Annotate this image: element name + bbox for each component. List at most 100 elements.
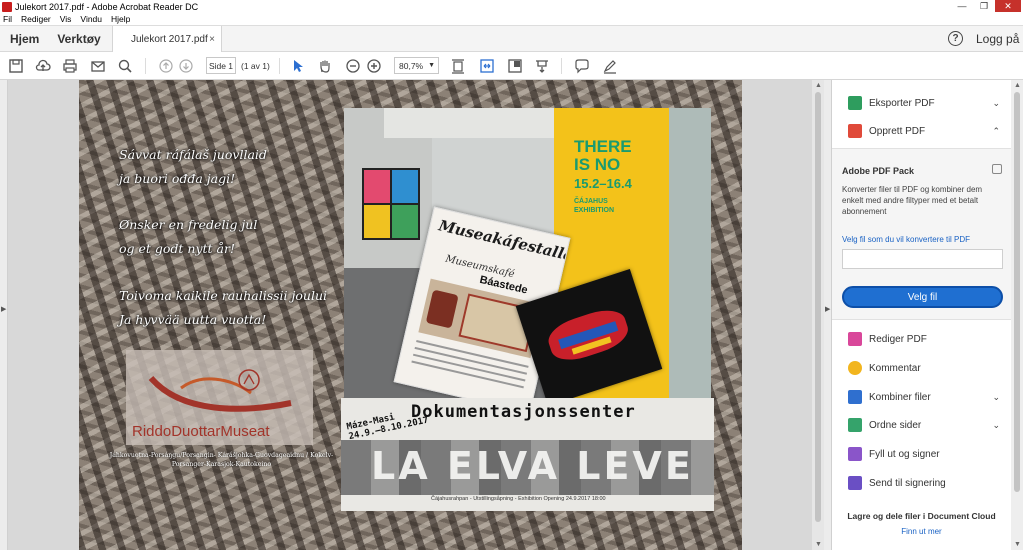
menu-view[interactable]: Vis <box>60 14 72 24</box>
menu-help[interactable]: Hjelp <box>111 14 130 24</box>
learn-more-link[interactable]: Finn ut mer <box>832 527 1011 536</box>
scroll-mode-icon[interactable] <box>533 57 551 75</box>
greeting-kven: Toivoma kaikile rauhalissii joului Ja hy… <box>119 284 327 332</box>
full-screen-icon[interactable] <box>506 57 524 75</box>
tools-pane: Eksporter PDF ⌄ Opprett PDF ⌃ Adobe PDF … <box>832 80 1011 550</box>
portrait-artwork <box>362 168 420 240</box>
gallery-ceiling <box>384 108 554 138</box>
tab-document[interactable]: Julekort 2017.pdf × <box>112 26 222 52</box>
file-select-field[interactable] <box>842 249 1003 269</box>
toolbar: Side 1 (1 av 1) 80,7% ▼ <box>0 52 1023 80</box>
tools-pane-scrollbar[interactable]: ▲ ▼ <box>1011 80 1023 550</box>
menu-edit[interactable]: Rediger <box>21 14 51 24</box>
create-pdf-item[interactable]: Opprett PDF ⌃ <box>848 122 1008 140</box>
search-icon[interactable] <box>116 57 134 75</box>
scroll-up-icon[interactable]: ▲ <box>815 82 822 89</box>
museum-logo: RiddoDuottarMuseat <box>126 350 313 445</box>
zoom-level-value: 80,7% <box>399 60 424 71</box>
window-titlebar: Julekort 2017.pdf - Adobe Acrobat Reader… <box>0 0 1023 13</box>
exhibition-caption-line: ČÁJAHUS <box>574 198 608 205</box>
login-button[interactable]: Logg på <box>976 32 1019 46</box>
choose-file-link[interactable]: Velg fil som du vil konvertere til PDF <box>842 235 970 244</box>
greeting-line: ja buori ođđa jagi! <box>119 171 236 186</box>
greeting-line: Ønsker en fredelig jul <box>119 217 258 232</box>
document-tab-label: Julekort 2017.pdf <box>131 33 208 45</box>
document-cloud-title: Lagre og dele filer i Document Cloud <box>847 511 996 521</box>
chevron-down-icon: ⌄ <box>992 391 1000 402</box>
chevron-up-icon: ⌃ <box>992 125 1000 136</box>
choose-file-button[interactable]: Velg fil <box>842 286 1003 308</box>
pdf-pack-title: Adobe PDF Pack <box>842 166 915 176</box>
menu-file[interactable]: Fil <box>3 14 12 24</box>
fit-page-icon[interactable] <box>449 57 467 75</box>
fit-width-icon[interactable] <box>478 57 496 75</box>
fill-sign-item[interactable]: Fyll ut og signer <box>848 445 1008 463</box>
greeting-sami: Sávvat ráfálaš juovllaid ja buori ođđa j… <box>119 143 267 191</box>
zoom-out-icon[interactable] <box>344 57 362 75</box>
zoom-level-select[interactable]: 80,7% ▼ <box>394 57 439 74</box>
close-tab-icon[interactable]: × <box>209 34 215 45</box>
copy-icon[interactable] <box>992 164 1002 174</box>
exhibition-sign-line: IS NO <box>574 155 621 174</box>
edit-pdf-icon <box>848 332 862 346</box>
pdf-pack-description: Konverter filer til PDF og kombiner dem … <box>842 185 983 216</box>
right-pane-toggle[interactable]: ▶ <box>824 80 832 550</box>
toolbar-divider <box>279 58 280 74</box>
create-pdf-label: Opprett PDF <box>869 125 926 137</box>
document-scrollbar[interactable]: ▲ ▼ <box>812 80 824 550</box>
scrollbar-thumb[interactable] <box>1014 92 1020 492</box>
minimize-button[interactable]: — <box>951 0 973 12</box>
export-pdf-icon <box>848 96 862 110</box>
comment-item[interactable]: Kommentar <box>848 359 1008 377</box>
window-controls: — ❐ ✕ <box>951 0 1021 12</box>
help-icon[interactable]: ? <box>948 31 963 46</box>
zoom-in-icon[interactable] <box>365 57 383 75</box>
window-title: Julekort 2017.pdf - Adobe Acrobat Reader… <box>15 1 199 12</box>
comment-icon[interactable] <box>573 57 591 75</box>
close-window-button[interactable]: ✕ <box>995 0 1021 12</box>
greeting-norwegian: Ønsker en fredelig jul og et godt nytt å… <box>119 213 257 261</box>
scroll-up-icon[interactable]: ▲ <box>1014 82 1021 89</box>
exhibition-sign-line: THERE <box>574 137 632 156</box>
chevron-down-icon: ▼ <box>428 62 435 69</box>
rock-text: LA ELVA LEVE <box>371 444 694 488</box>
edit-pdf-item[interactable]: Rediger PDF <box>848 330 1008 348</box>
museum-logo-text: RiddoDuottarMuseat <box>132 423 270 440</box>
send-sign-item[interactable]: Send til signering <box>848 474 1008 492</box>
save-icon[interactable] <box>7 57 25 75</box>
highlight-pen-icon[interactable] <box>601 57 619 75</box>
scrollbar-thumb[interactable] <box>815 92 821 522</box>
previous-page-icon[interactable] <box>157 57 175 75</box>
email-icon[interactable] <box>89 57 107 75</box>
hand-tool-icon[interactable] <box>316 57 334 75</box>
chevron-right-icon: ▶ <box>1 306 7 313</box>
print-icon[interactable] <box>61 57 79 75</box>
export-pdf-item[interactable]: Eksporter PDF ⌄ <box>848 94 1008 112</box>
menu-bar: Fil Rediger Vis Vindu Hjelp <box>0 13 1023 26</box>
toolbar-divider <box>561 58 562 74</box>
banner-location: Máze-Masi 24.9.–8.10.2017 <box>346 406 430 443</box>
fill-sign-icon <box>848 447 862 461</box>
tab-home[interactable]: Hjem <box>10 32 39 46</box>
menu-window[interactable]: Vindu <box>80 14 102 24</box>
export-pdf-label: Eksporter PDF <box>869 97 935 109</box>
combine-files-item[interactable]: Kombiner filer ⌄ <box>848 388 1008 406</box>
acrobat-icon <box>2 1 12 12</box>
scroll-down-icon[interactable]: ▼ <box>1014 541 1021 548</box>
page-count: (1 av 1) <box>241 61 270 71</box>
left-pane-toggle[interactable]: ▶ <box>0 80 8 550</box>
next-page-icon[interactable] <box>177 57 195 75</box>
pdf-page: Sávvat ráfálaš juovllaid ja buori ođđa j… <box>79 80 742 550</box>
scroll-down-icon[interactable]: ▼ <box>815 541 822 548</box>
upload-cloud-icon[interactable] <box>34 57 52 75</box>
maximize-button[interactable]: ❐ <box>973 0 995 12</box>
organize-pages-item[interactable]: Ordne sider ⌄ <box>848 416 1008 434</box>
page-number-input[interactable]: Side 1 <box>206 57 236 74</box>
exhibition-sign-dates: 15.2–16.4 <box>574 176 632 191</box>
select-cursor-icon[interactable] <box>289 57 307 75</box>
edit-pdf-label: Rediger PDF <box>869 333 927 345</box>
banner-footer: Čájahusrahpan - Utstillingsåpning - Exhi… <box>431 496 606 502</box>
documentation-center-banner: LA ELVA LEVE Dokumentasjonssenter Máze-M… <box>341 398 714 511</box>
exhibition-sign-title: THERE IS NO <box>574 138 632 174</box>
tab-tools[interactable]: Verktøy <box>57 32 100 46</box>
